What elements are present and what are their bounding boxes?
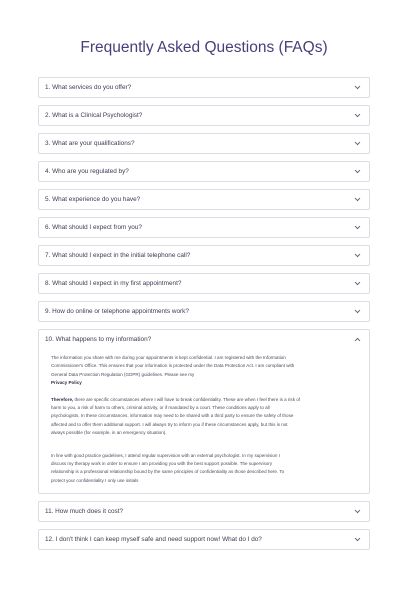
chevron-down-icon bbox=[354, 280, 361, 287]
faq-list: 1. What services do you offer? 2. What i… bbox=[38, 77, 370, 557]
faq-item-7: 7. What should I expect in the initial t… bbox=[38, 245, 370, 266]
answer-text: Commissioner's Office. This ensures that… bbox=[51, 363, 295, 369]
chevron-up-icon bbox=[354, 336, 361, 343]
faq-toggle-1[interactable]: 1. What services do you offer? bbox=[39, 78, 369, 97]
faq-answer: The information you share with me during… bbox=[39, 349, 369, 493]
faq-toggle-4[interactable]: 4. Who are you regulated by? bbox=[39, 162, 369, 181]
page-title: Frequently Asked Questions (FAQs) bbox=[80, 39, 328, 56]
answer-paragraph-3: In line with good practice guidelines, I… bbox=[51, 452, 355, 486]
faq-toggle-12[interactable]: 12. I don't think I can keep myself safe… bbox=[39, 530, 369, 549]
chevron-down-icon bbox=[354, 168, 361, 175]
answer-text: affected and to offer them additional su… bbox=[51, 421, 288, 427]
faq-item-6: 6. What should I expect from you? bbox=[38, 217, 370, 238]
faq-question: 11. How much does it cost? bbox=[45, 508, 124, 516]
faq-item-10: 10. What happens to my information? The … bbox=[38, 329, 370, 495]
faq-question: 1. What services do you offer? bbox=[45, 84, 132, 91]
chevron-down-icon bbox=[354, 252, 361, 259]
answer-lead: Therefore, bbox=[51, 396, 74, 402]
faq-question: 6. What should I expect from you? bbox=[45, 224, 142, 231]
faq-item-12: 12. I don't think I can keep myself safe… bbox=[38, 529, 370, 551]
privacy-policy-link[interactable]: Privacy Policy bbox=[51, 380, 82, 385]
faq-item-4: 4. Who are you regulated by? bbox=[38, 161, 370, 182]
faq-toggle-10[interactable]: 10. What happens to my information? bbox=[39, 330, 369, 349]
chevron-down-icon bbox=[354, 508, 361, 515]
answer-text: relationship is a professional relations… bbox=[51, 469, 285, 475]
faq-item-3: 3. What are your qualifications? bbox=[38, 133, 370, 154]
answer-text: always possible (for example, in an emer… bbox=[51, 430, 167, 436]
answer-text: discuss my therapy work in order to ensu… bbox=[51, 461, 273, 467]
faq-toggle-8[interactable]: 8. What should I expect in my first appo… bbox=[39, 274, 369, 293]
faq-item-11: 11. How much does it cost? bbox=[38, 501, 370, 523]
answer-text: there are specific circumstances where I… bbox=[74, 396, 301, 402]
answer-text: protect your confidentiality I only use … bbox=[51, 477, 139, 483]
faq-toggle-3[interactable]: 3. What are your qualifications? bbox=[39, 134, 369, 153]
answer-text: The information you share with me during… bbox=[51, 355, 286, 360]
faq-toggle-7[interactable]: 7. What should I expect in the initial t… bbox=[39, 246, 369, 265]
faq-question: 2. What is a Clinical Psychologist? bbox=[45, 112, 143, 119]
faq-toggle-9[interactable]: 9. How do online or telephone appointmen… bbox=[39, 302, 369, 321]
answer-text: harm to you, a risk of harm to others, c… bbox=[51, 405, 270, 411]
faq-question: 9. How do online or telephone appointmen… bbox=[45, 308, 189, 315]
faq-question: 5. What experience do you have? bbox=[45, 196, 141, 203]
faq-item-9: 9. How do online or telephone appointmen… bbox=[38, 301, 370, 322]
chevron-down-icon bbox=[354, 308, 361, 315]
faq-question: 7. What should I expect in the initial t… bbox=[45, 252, 191, 259]
answer-text: psychologists. In these circumstances, i… bbox=[51, 413, 294, 419]
faq-question: 3. What are your qualifications? bbox=[45, 140, 135, 147]
faq-item-2: 2. What is a Clinical Psychologist? bbox=[38, 105, 370, 126]
chevron-down-icon bbox=[354, 224, 361, 231]
chevron-down-icon bbox=[354, 196, 361, 203]
faq-item-1: 1. What services do you offer? bbox=[38, 77, 370, 98]
faq-toggle-5[interactable]: 5. What experience do you have? bbox=[39, 190, 369, 209]
answer-paragraph-1: The information you share with me during… bbox=[51, 354, 355, 388]
faq-toggle-2[interactable]: 2. What is a Clinical Psychologist? bbox=[39, 106, 369, 125]
faq-question: 10. What happens to my information? bbox=[45, 336, 152, 343]
faq-question: 8. What should I expect in my first appo… bbox=[45, 280, 182, 287]
chevron-down-icon bbox=[354, 112, 361, 119]
faq-item-5: 5. What experience do you have? bbox=[38, 189, 370, 210]
faq-item-8: 8. What should I expect in my first appo… bbox=[38, 273, 370, 294]
faq-toggle-6[interactable]: 6. What should I expect from you? bbox=[39, 218, 369, 237]
chevron-down-icon bbox=[354, 536, 361, 543]
chevron-down-icon bbox=[354, 140, 361, 147]
faq-toggle-11[interactable]: 11. How much does it cost? bbox=[39, 502, 369, 521]
answer-paragraph-2: Therefore, there are specific circumstan… bbox=[51, 396, 355, 438]
faq-question: 4. Who are you regulated by? bbox=[45, 168, 129, 175]
answer-text: In line with good practice guidelines, I… bbox=[51, 452, 280, 458]
chevron-down-icon bbox=[354, 84, 361, 91]
faq-question: 12. I don't think I can keep myself safe… bbox=[45, 536, 262, 544]
answer-text: General Data Protection Regulation (GDPR… bbox=[51, 371, 195, 377]
